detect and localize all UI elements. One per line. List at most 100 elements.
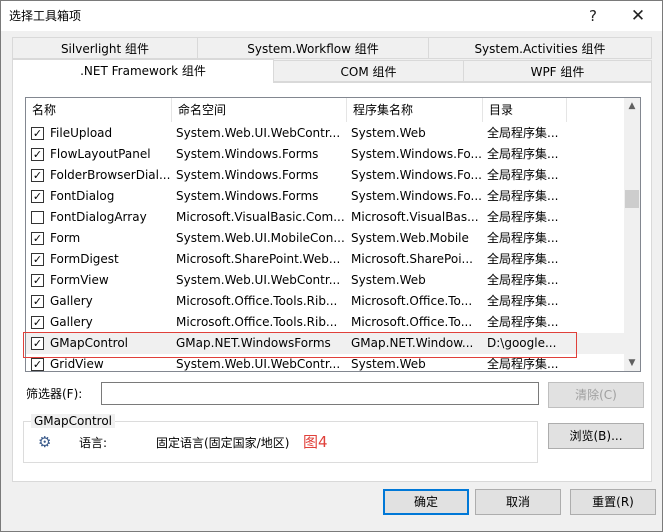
annotation-highlight-box	[23, 332, 577, 358]
cell-name: FormDigest	[50, 252, 119, 266]
language-value: 固定语言(固定国家/地区)	[156, 436, 290, 450]
reset-button[interactable]: 重置(R)	[570, 489, 656, 515]
cell-name: FlowLayoutPanel	[50, 147, 151, 161]
scroll-down-arrow[interactable]: ▼	[624, 355, 640, 371]
clear-button[interactable]: 清除(C)	[548, 382, 644, 408]
row-checkbox[interactable]: ✓	[31, 358, 44, 371]
filter-input[interactable]	[101, 382, 539, 405]
browse-button[interactable]: 浏览(B)...	[548, 423, 644, 449]
scroll-thumb[interactable]	[625, 190, 639, 208]
cell-ns: System.Web.UI.WebContr...	[176, 273, 341, 287]
cell-dir: 全局程序集...	[487, 189, 559, 203]
cell-ns: System.Windows.Forms	[176, 168, 319, 182]
column-header-directory[interactable]: 目录	[483, 98, 567, 122]
cell-ns: System.Web.UI.WebContr...	[176, 126, 341, 140]
cell-asm: System.Windows.Fo...	[351, 147, 482, 161]
cell-dir: 全局程序集...	[487, 231, 559, 245]
cell-ns: Microsoft.SharePoint.Web...	[176, 252, 341, 266]
cell-ns: System.Windows.Forms	[176, 189, 319, 203]
cell-name: FolderBrowserDial...	[50, 168, 171, 182]
tab-dotnet-framework[interactable]: .NET Framework 组件	[12, 59, 274, 83]
language-label: 语言:	[79, 436, 108, 450]
tab-label: System.Activities 组件	[474, 42, 606, 56]
title-bar[interactable]: 选择工具箱项 ? ✕	[1, 1, 662, 31]
cell-asm: System.Web	[351, 273, 426, 287]
cell-name: FontDialogArray	[50, 210, 147, 224]
column-header-name[interactable]: 名称	[26, 98, 172, 122]
cell-dir: 全局程序集...	[487, 126, 559, 140]
tab-system-activities[interactable]: System.Activities 组件	[428, 37, 652, 59]
cell-asm: System.Windows.Fo...	[351, 168, 482, 182]
table-row[interactable]: FontDialogArray Microsoft.VisualBasic.Com…	[26, 207, 624, 228]
help-button[interactable]: ?	[581, 5, 605, 27]
cell-dir: 全局程序集...	[487, 273, 559, 287]
column-header-namespace[interactable]: 命名空间	[172, 98, 347, 122]
column-header-assembly[interactable]: 程序集名称	[347, 98, 483, 122]
list-header: 名称 命名空间 程序集名称 目录	[26, 98, 624, 122]
row-checkbox[interactable]: ✓	[31, 295, 44, 308]
tab-label: COM 组件	[340, 65, 397, 79]
row-checkbox[interactable]: ✓	[31, 316, 44, 329]
table-row[interactable]: ✓ FormDigest Microsoft.SharePoint.Web... Mi…	[26, 249, 624, 270]
row-checkbox[interactable]: ✓	[31, 274, 44, 287]
choose-toolbox-items-dialog: 选择工具箱项 ? ✕ Silverlight 组件 System.Workflo…	[0, 0, 663, 532]
cell-dir: 全局程序集...	[487, 315, 559, 329]
cell-asm: Microsoft.Office.To...	[351, 315, 473, 329]
component-gear-icon: ⚙	[38, 433, 52, 451]
cell-name: FontDialog	[50, 189, 115, 203]
cell-dir: 全局程序集...	[487, 147, 559, 161]
cell-dir: 全局程序集...	[487, 252, 559, 266]
figure-annotation: 图4	[303, 433, 328, 451]
cell-ns: Microsoft.Office.Tools.Rib...	[176, 294, 338, 308]
table-row[interactable]: ✓ Form System.Web.UI.MobileCon... System.We…	[26, 228, 624, 249]
details-group-title: GMapControl	[31, 414, 115, 428]
window-title: 选择工具箱项	[9, 9, 82, 23]
tab-silverlight[interactable]: Silverlight 组件	[12, 37, 198, 59]
cell-asm: Microsoft.VisualBas...	[351, 210, 479, 224]
cell-ns: System.Windows.Forms	[176, 147, 319, 161]
cell-asm: Microsoft.SharePoi...	[351, 252, 473, 266]
tab-label: Silverlight 组件	[60, 42, 150, 56]
table-row[interactable]: ✓ FontDialog System.Windows.Forms System.Wi…	[26, 186, 624, 207]
cell-ns: Microsoft.VisualBasic.Com...	[176, 210, 345, 224]
table-row[interactable]: ✓ Gallery Microsoft.Office.Tools.Rib... Mic…	[26, 312, 624, 333]
tab-label: .NET Framework 组件	[80, 64, 206, 78]
cell-ns: Microsoft.Office.Tools.Rib...	[176, 315, 338, 329]
components-list[interactable]: 名称 命名空间 程序集名称 目录 ✓ FileUpload System.Web.U…	[25, 97, 641, 372]
table-row[interactable]: ✓ FlowLayoutPanel System.Windows.Forms Syst…	[26, 144, 624, 165]
cell-dir: 全局程序集...	[487, 168, 559, 182]
row-checkbox[interactable]: ✓	[31, 190, 44, 203]
table-row[interactable]: ✓ FormView System.Web.UI.WebContr... System…	[26, 270, 624, 291]
cell-name: Gallery	[50, 294, 93, 308]
vertical-scrollbar[interactable]: ▲ ▼	[624, 98, 640, 371]
cell-dir: 全局程序集...	[487, 294, 559, 308]
row-checkbox[interactable]: ✓	[31, 253, 44, 266]
row-checkbox[interactable]: ✓	[31, 169, 44, 182]
cell-name: Form	[50, 231, 81, 245]
cell-dir: 全局程序集...	[487, 210, 559, 224]
table-row[interactable]: ✓ FileUpload System.Web.UI.WebContr... Syst…	[26, 123, 624, 144]
row-checkbox[interactable]: ✓	[31, 232, 44, 245]
cell-asm: System.Web.Mobile	[351, 231, 469, 245]
tab-wpf[interactable]: WPF 组件	[463, 60, 652, 82]
cancel-button[interactable]: 取消	[475, 489, 561, 515]
tab-com[interactable]: COM 组件	[273, 60, 464, 82]
row-checkbox[interactable]: ✓	[31, 127, 44, 140]
tab-label: WPF 组件	[530, 65, 585, 79]
cell-asm: System.Windows.Fo...	[351, 189, 482, 203]
ok-button[interactable]: 确定	[383, 489, 469, 515]
table-row[interactable]: ✓ FolderBrowserDial... System.Windows.Form…	[26, 165, 624, 186]
filter-label: 筛选器(F):	[26, 387, 83, 401]
cell-asm: Microsoft.Office.To...	[351, 294, 473, 308]
tab-label: System.Workflow 组件	[247, 42, 379, 56]
close-button[interactable]: ✕	[626, 5, 650, 27]
scroll-up-arrow[interactable]: ▲	[624, 98, 640, 114]
cell-name: FileUpload	[50, 126, 113, 140]
cell-asm: System.Web	[351, 126, 426, 140]
tab-system-workflow[interactable]: System.Workflow 组件	[197, 37, 429, 59]
row-checkbox[interactable]: ✓	[31, 148, 44, 161]
row-checkbox[interactable]	[31, 211, 44, 224]
cell-name: FormView	[50, 273, 109, 287]
table-row[interactable]: ✓ Gallery Microsoft.Office.Tools.Rib... Mic…	[26, 291, 624, 312]
cell-ns: System.Web.UI.MobileCon...	[176, 231, 345, 245]
